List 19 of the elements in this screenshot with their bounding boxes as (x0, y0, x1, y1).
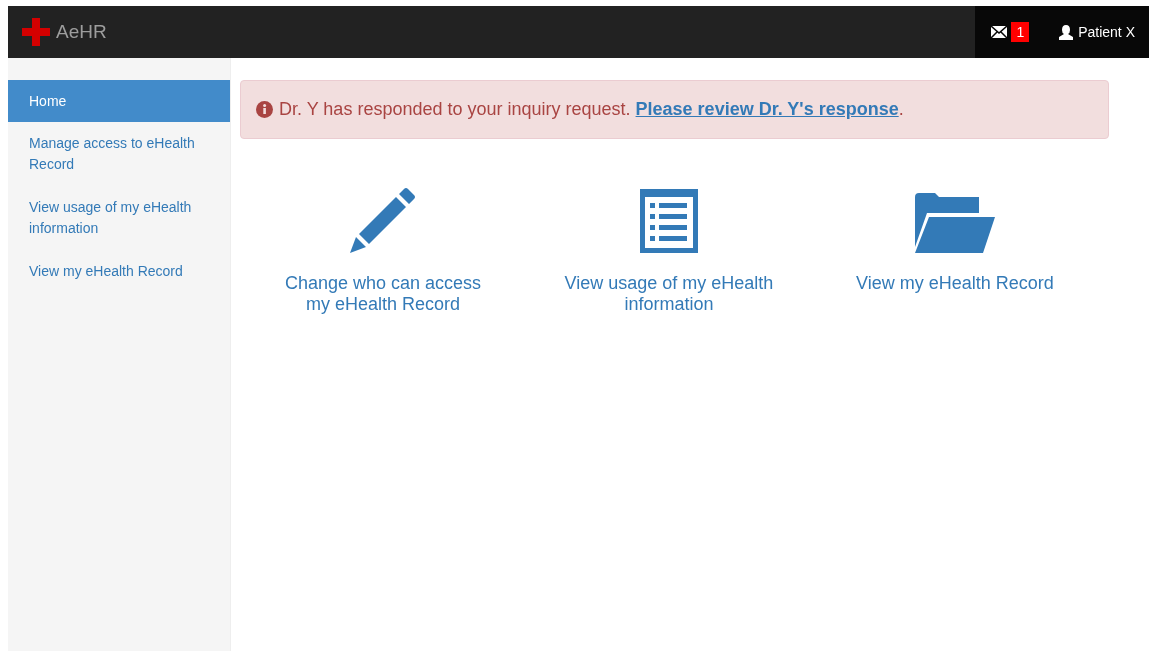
cross-icon (22, 18, 50, 46)
tile-link[interactable]: View usage of my eHealth information (559, 273, 779, 315)
tile-link[interactable]: Change who can access my eHealth Record (273, 273, 493, 315)
sidebar-item[interactable]: View my eHealth Record (8, 250, 230, 293)
brand-name[interactable]: AeHR (56, 17, 107, 47)
user-icon (1059, 24, 1074, 40)
envelope-icon[interactable] (991, 26, 1008, 38)
review-response-link[interactable]: Please review Dr. Y's response (635, 99, 899, 119)
pencil-icon (350, 187, 416, 253)
alert-message: Dr. Y has responded to your inquiry request. Please review Dr. Y's response. (279, 98, 904, 121)
info-icon (256, 101, 273, 118)
list-icon (640, 189, 698, 253)
folder-icon (915, 193, 995, 253)
sidebar-item[interactable]: Home (8, 80, 230, 122)
tile-link[interactable]: View my eHealth Record (845, 273, 1065, 294)
message-count-badge: 1 (1011, 22, 1030, 42)
sidebar-item[interactable]: View usage of my eHealth information (8, 186, 230, 250)
sidebar-item[interactable]: Manage access to eHealth Record (8, 122, 230, 186)
user-name[interactable]: Patient X (1078, 21, 1135, 43)
